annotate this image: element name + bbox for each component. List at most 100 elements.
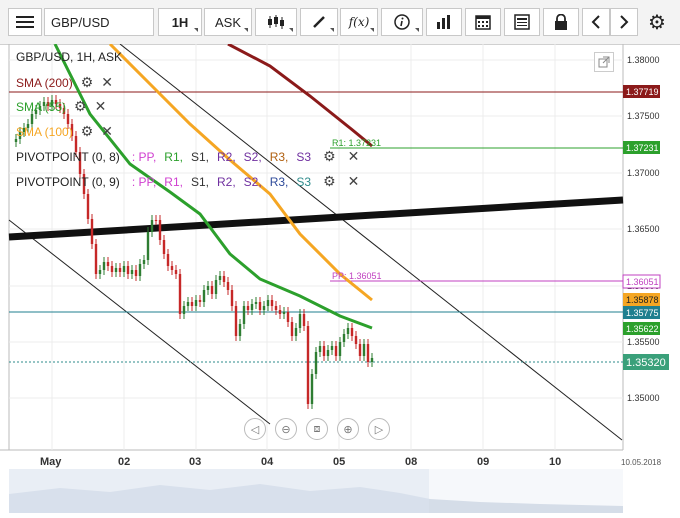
reset-zoom-button[interactable]: ⧈ bbox=[306, 418, 328, 440]
gear-icon[interactable]: ⚙ bbox=[81, 74, 94, 91]
candle-body bbox=[242, 306, 246, 324]
chart-area[interactable]: R1: 1.37231 PP: 1.36051 1.38000 1.37500 1.… bbox=[0, 42, 680, 513]
candle-body bbox=[210, 286, 214, 294]
candle-body bbox=[150, 220, 154, 232]
info-button[interactable] bbox=[381, 8, 423, 36]
gear-icon[interactable]: ⚙ bbox=[74, 98, 87, 115]
indicators-button[interactable]: f(x) bbox=[340, 8, 378, 36]
x-tick-02: 02 bbox=[118, 456, 130, 468]
zoom-in-button[interactable]: ⊕ bbox=[337, 418, 359, 440]
indicator-sma100[interactable]: SMA (100) ⚙ ✕ bbox=[16, 123, 113, 140]
dropdown-caret-icon bbox=[289, 28, 293, 32]
symbol-input[interactable]: GBP/USD bbox=[44, 8, 154, 36]
candle-body bbox=[166, 254, 170, 266]
popout-button[interactable] bbox=[594, 52, 614, 72]
candle-body bbox=[358, 344, 362, 356]
pp-tag: PP: 1.36051 bbox=[332, 271, 382, 281]
close-icon[interactable]: ✕ bbox=[101, 123, 113, 140]
candle-body bbox=[158, 220, 162, 240]
settings-button[interactable]: ⚙ bbox=[642, 8, 672, 36]
dropdown-caret-icon bbox=[415, 28, 419, 32]
y-tick-label: 1.35500 bbox=[627, 337, 660, 347]
pivot-r2: R2, bbox=[216, 174, 236, 189]
candle-body bbox=[234, 306, 238, 336]
scroll-forward-button[interactable] bbox=[610, 8, 638, 36]
candle-body bbox=[330, 346, 334, 350]
chevron-right-icon bbox=[620, 15, 629, 29]
candle-body bbox=[366, 344, 370, 362]
lock-button[interactable] bbox=[543, 8, 579, 36]
price-type-value: ASK bbox=[214, 14, 241, 30]
thick-trendline bbox=[8, 196, 624, 241]
pan-right-button[interactable]: ▷ bbox=[368, 418, 390, 440]
candlestick-icon bbox=[268, 15, 284, 29]
channel-upper-line bbox=[119, 43, 623, 441]
draw-tool-button[interactable] bbox=[300, 8, 338, 36]
candle-body bbox=[194, 300, 198, 306]
pivot-s3: S3 bbox=[296, 149, 312, 164]
candle-body bbox=[222, 276, 226, 282]
info-icon bbox=[394, 14, 410, 30]
indicator-label: SMA (55) bbox=[16, 99, 67, 114]
scroll-back-button[interactable] bbox=[582, 8, 610, 36]
pivot-s3: S3 bbox=[296, 174, 312, 189]
close-icon[interactable]: ✕ bbox=[348, 148, 360, 165]
close-icon[interactable]: ✕ bbox=[95, 98, 107, 115]
candle-body bbox=[162, 240, 166, 254]
pivot-r2: R2, bbox=[216, 149, 236, 164]
zoom-out-button[interactable]: ⊖ bbox=[275, 418, 297, 440]
dropdown-caret-icon bbox=[244, 28, 248, 32]
pan-left-button[interactable]: ◁ bbox=[244, 418, 266, 440]
sma200-label: 1.37719 bbox=[626, 87, 659, 97]
candle-body bbox=[334, 346, 338, 356]
candle-body bbox=[102, 262, 106, 270]
candle-body bbox=[310, 374, 314, 404]
candle-body bbox=[266, 300, 270, 306]
gear-icon[interactable]: ⚙ bbox=[323, 148, 336, 165]
candle-body bbox=[138, 264, 142, 276]
y-tick-label: 1.37000 bbox=[627, 168, 660, 178]
indicator-label: PIVOTPOINT (0, 9) bbox=[16, 174, 120, 189]
indicator-sma55[interactable]: SMA (55) ⚙ ✕ bbox=[16, 98, 106, 115]
gear-icon[interactable]: ⚙ bbox=[323, 173, 336, 190]
price-type-select[interactable]: ASK bbox=[204, 8, 252, 36]
candle-body bbox=[134, 270, 138, 276]
indicator-sma200[interactable]: SMA (200) ⚙ ✕ bbox=[16, 74, 113, 91]
pp-label: 1.36051 bbox=[626, 277, 659, 287]
candle-body bbox=[174, 270, 178, 274]
candle-body bbox=[202, 290, 206, 302]
menu-button[interactable] bbox=[8, 8, 42, 36]
chart-type-button[interactable] bbox=[255, 8, 297, 36]
indicator-pivot-9[interactable]: PIVOTPOINT (0, 9) : PP, R1, S1, R2, S2, … bbox=[16, 173, 363, 190]
candle-body bbox=[186, 302, 190, 306]
candle-body bbox=[206, 286, 210, 290]
candle-body bbox=[306, 326, 310, 404]
bar-chart-icon bbox=[437, 15, 450, 29]
candle-body bbox=[342, 334, 346, 342]
x-tick-10: 10 bbox=[549, 456, 561, 468]
close-icon[interactable]: ✕ bbox=[348, 173, 360, 190]
teal-label: 1.35775 bbox=[626, 308, 659, 318]
pivot-s2: S2, bbox=[243, 174, 262, 189]
indicator-pivot-8[interactable]: PIVOTPOINT (0, 8) : PP, R1, S1, R2, S2, … bbox=[16, 148, 363, 165]
candle-body bbox=[246, 306, 250, 310]
volume-button[interactable] bbox=[426, 8, 462, 36]
candle-body bbox=[258, 302, 262, 310]
news-button[interactable] bbox=[504, 8, 540, 36]
toolbar: GBP/USD 1H ASK f(x) ⚙ bbox=[0, 0, 680, 45]
candle-body bbox=[362, 344, 366, 356]
calendar-button[interactable] bbox=[465, 8, 501, 36]
lock-icon bbox=[555, 14, 567, 30]
x-tick-03: 03 bbox=[189, 456, 201, 468]
indicator-label: PIVOTPOINT (0, 8) bbox=[16, 149, 120, 164]
pivot-r1: R1, bbox=[164, 149, 183, 164]
x-tick-04: 04 bbox=[261, 456, 274, 468]
candle-body bbox=[230, 290, 234, 306]
pivot-s2: S2, bbox=[243, 149, 262, 164]
close-icon[interactable]: ✕ bbox=[101, 74, 113, 91]
navigator-window[interactable] bbox=[9, 469, 429, 513]
gear-icon[interactable]: ⚙ bbox=[81, 123, 94, 140]
x-tick-may: May bbox=[40, 456, 62, 468]
timeframe-select[interactable]: 1H bbox=[158, 8, 202, 36]
candle-body bbox=[318, 346, 322, 352]
